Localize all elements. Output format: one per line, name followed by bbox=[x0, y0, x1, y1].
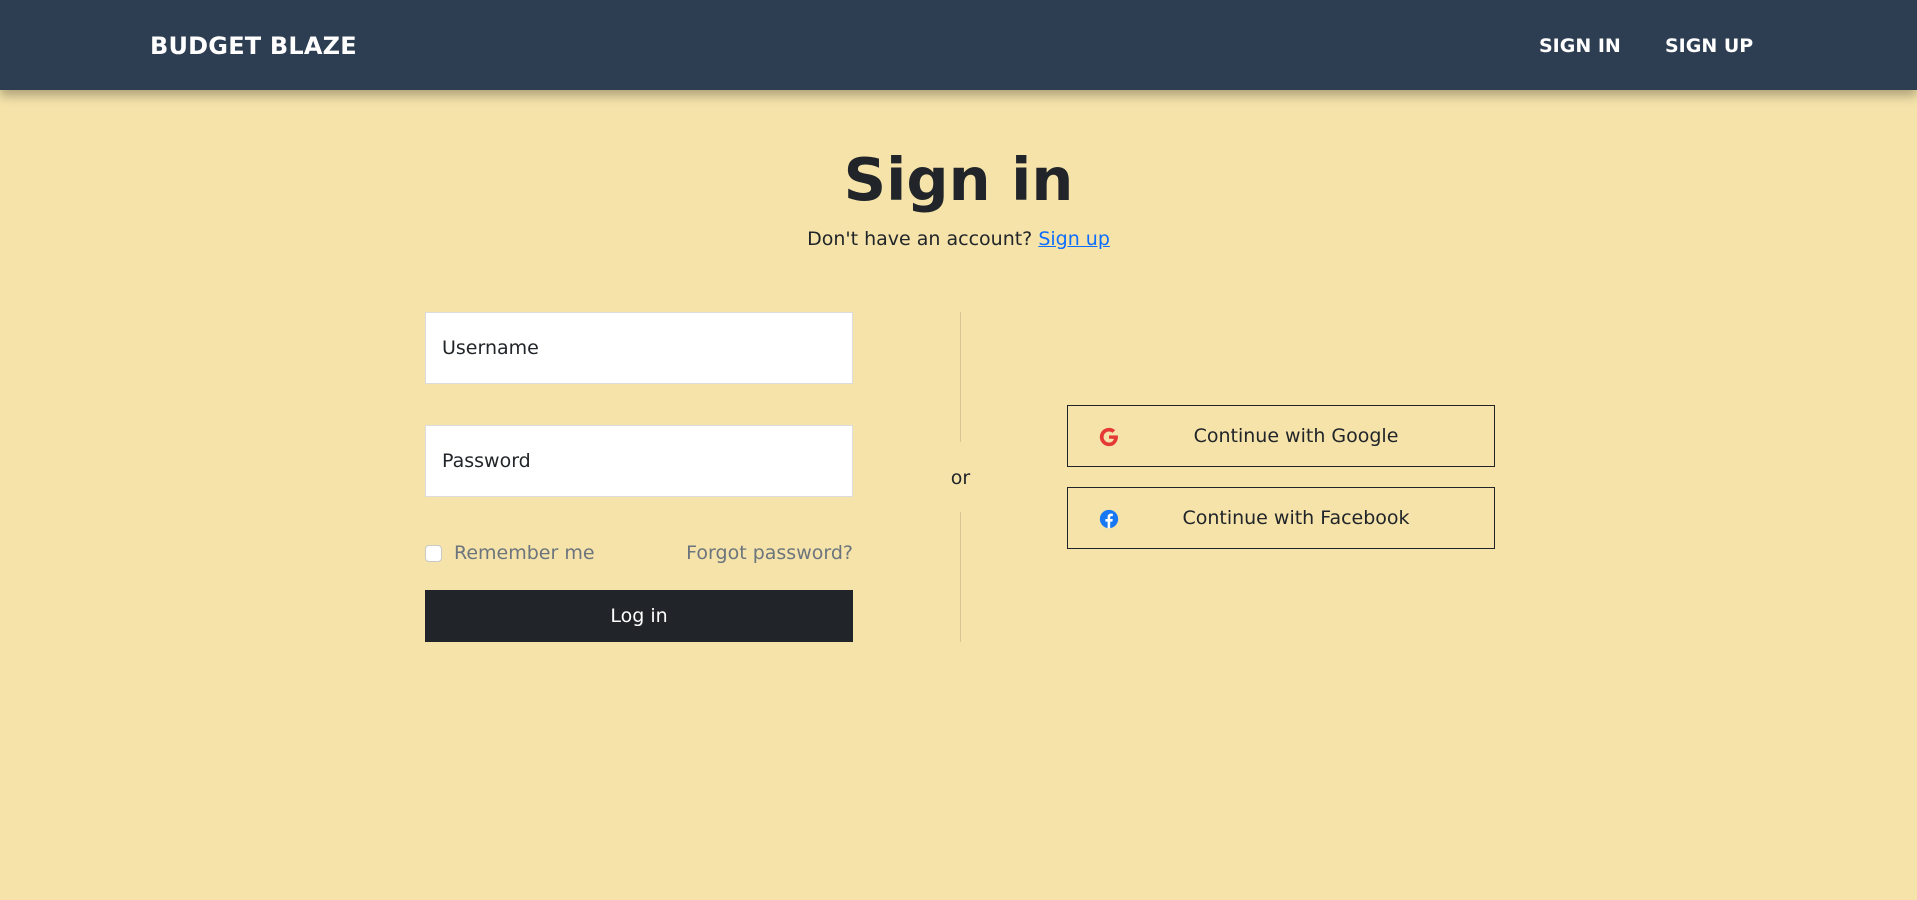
continue-with-facebook-button[interactable]: Continue with Facebook bbox=[1067, 487, 1495, 549]
password-input[interactable] bbox=[425, 425, 853, 497]
continue-with-google-button[interactable]: Continue with Google bbox=[1067, 405, 1495, 467]
divider-line-bottom bbox=[960, 512, 961, 642]
nav-sign-in-link[interactable]: SIGN IN bbox=[1539, 33, 1621, 59]
nav-sign-up-link[interactable]: SIGN UP bbox=[1665, 33, 1753, 59]
signup-prompt: Don't have an account? Sign up bbox=[0, 226, 1917, 252]
remember-me-label[interactable]: Remember me bbox=[454, 541, 595, 565]
username-input[interactable] bbox=[425, 312, 853, 384]
divider-line-top bbox=[960, 312, 961, 442]
google-button-label: Continue with Google bbox=[1193, 425, 1399, 447]
facebook-button-label: Continue with Facebook bbox=[1182, 507, 1410, 529]
remember-me-group: Remember me bbox=[425, 541, 595, 565]
login-button[interactable]: Log in bbox=[425, 590, 853, 642]
page-title: Sign in bbox=[843, 145, 1074, 214]
signup-prompt-text: Don't have an account? bbox=[807, 228, 1039, 250]
signup-link[interactable]: Sign up bbox=[1038, 228, 1110, 250]
brand-logo[interactable]: BUDGET BLAZE bbox=[150, 30, 357, 62]
remember-me-checkbox[interactable] bbox=[425, 544, 442, 562]
forgot-password-link[interactable]: Forgot password? bbox=[600, 541, 853, 565]
divider-or-label: or bbox=[950, 467, 971, 489]
top-navbar: BUDGET BLAZE SIGN IN SIGN UP bbox=[0, 0, 1917, 90]
